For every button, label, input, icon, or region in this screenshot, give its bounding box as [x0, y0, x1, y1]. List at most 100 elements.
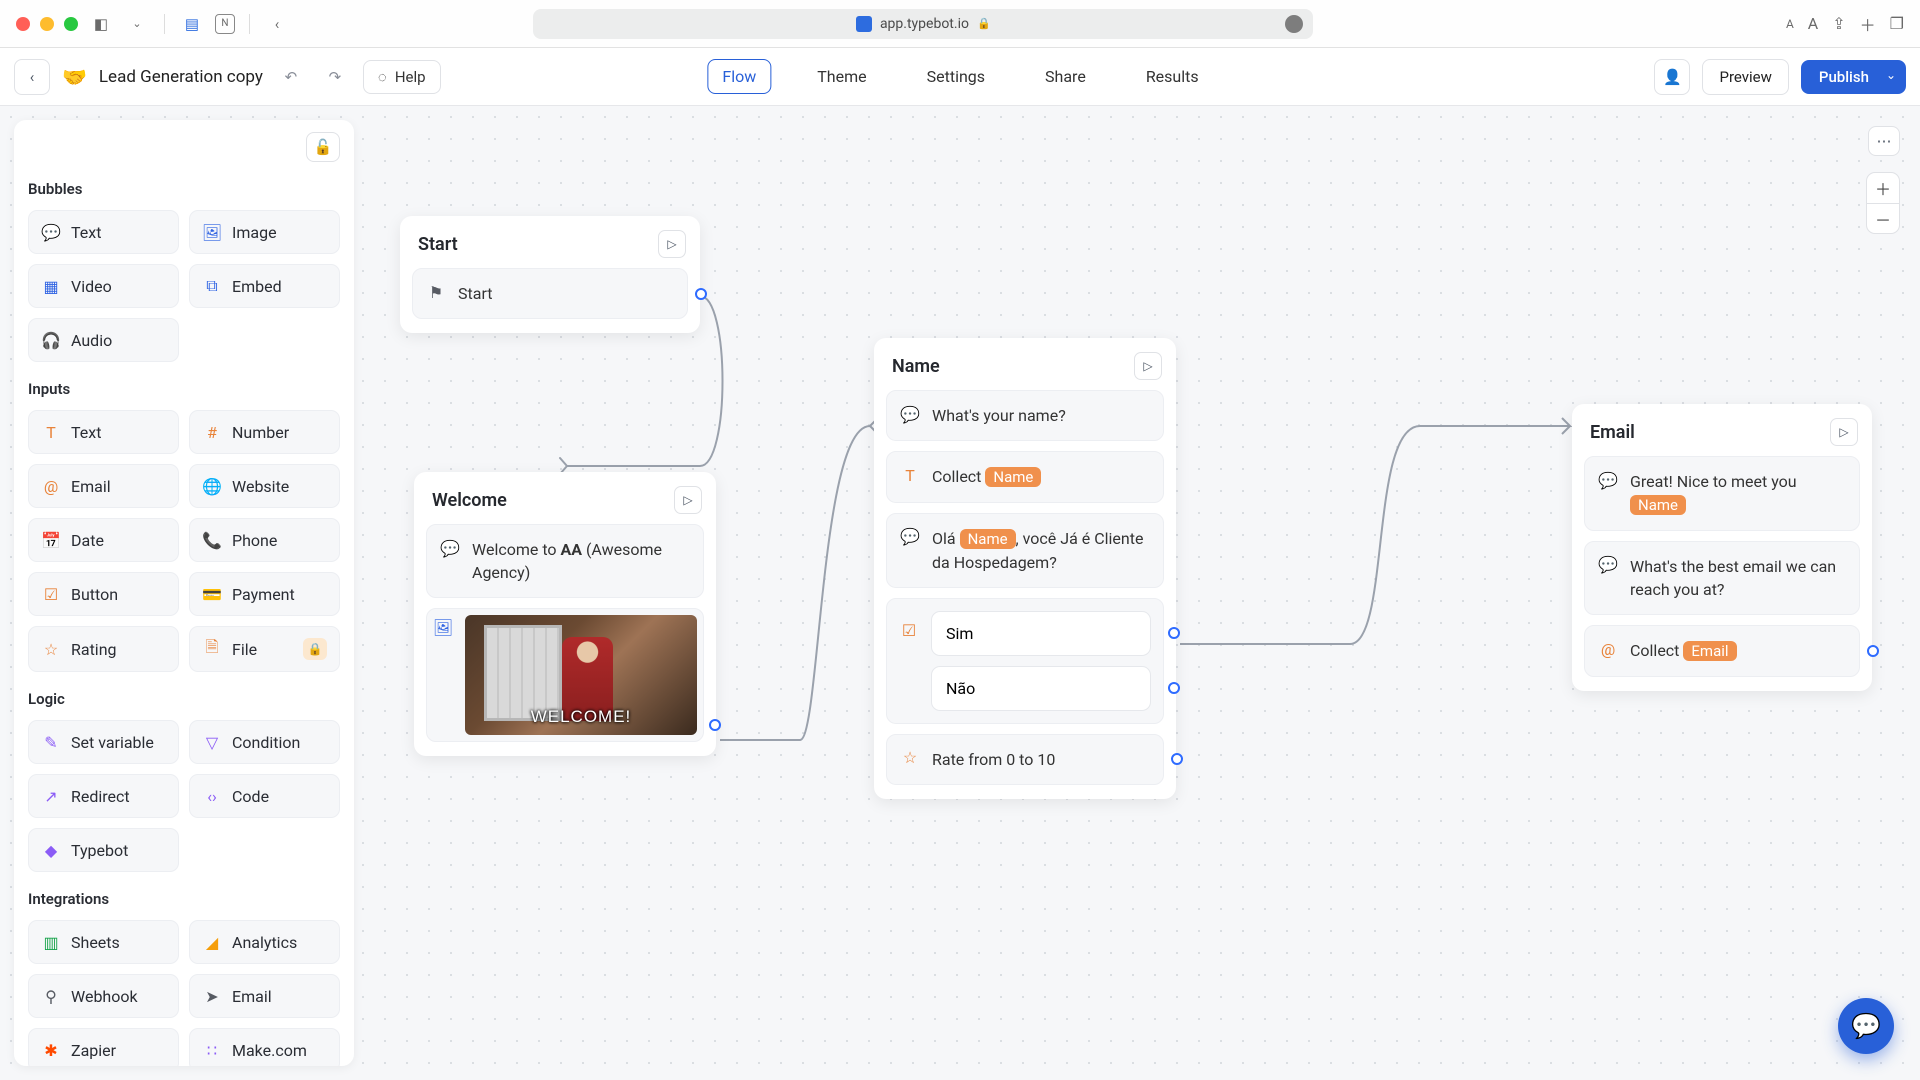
share-icon[interactable]: ⇪	[1832, 14, 1845, 33]
step-name-rate[interactable]: ☆ Rate from 0 to 10	[886, 734, 1164, 785]
block-logic-redirect[interactable]: ↗Redirect	[28, 774, 179, 818]
support-chat-button[interactable]: 💬	[1838, 998, 1894, 1054]
help-button[interactable]: ◌ Help	[363, 60, 441, 94]
block-int-make[interactable]: ∷Make.com	[189, 1028, 340, 1066]
node-play-button[interactable]: ▷	[1830, 418, 1858, 446]
webhook-icon: ⚲	[41, 986, 61, 1006]
filter-icon: ▽	[202, 732, 222, 752]
block-input-rating[interactable]: ☆Rating	[28, 626, 179, 672]
external-link-icon: ↗	[41, 786, 61, 806]
block-logic-typebot[interactable]: ◆Typebot	[28, 828, 179, 872]
collaborators-button[interactable]: 👤	[1654, 59, 1690, 95]
output-port[interactable]	[1867, 645, 1879, 657]
node-name[interactable]: Name ▷ 💬 What's your name? T Collect Nam…	[874, 338, 1176, 799]
chat-icon: 💬	[900, 527, 920, 547]
block-input-number[interactable]: #Number	[189, 410, 340, 454]
window-maximize-icon[interactable]	[64, 17, 78, 31]
output-port[interactable]	[709, 719, 721, 731]
node-email[interactable]: Email ▷ 💬 Great! Nice to meet you Name 💬…	[1572, 404, 1872, 691]
text-size-small-icon[interactable]: A	[1786, 17, 1794, 31]
undo-button[interactable]: ↶	[275, 61, 307, 93]
browser-back-icon[interactable]: ‹	[264, 11, 290, 37]
node-name-title: Name	[892, 356, 940, 377]
step-name-question[interactable]: 💬 What's your name?	[886, 390, 1164, 441]
block-int-sheets[interactable]: ▥Sheets	[28, 920, 179, 964]
step-welcome-text[interactable]: 💬 Welcome to AA (Awesome Agency)	[426, 524, 704, 598]
tab-share[interactable]: Share	[1031, 60, 1100, 93]
redo-button[interactable]: ↷	[319, 61, 351, 93]
block-input-button[interactable]: ☑Button	[28, 572, 179, 616]
tab-flow[interactable]: Flow	[707, 59, 771, 94]
preview-button[interactable]: Preview	[1702, 59, 1788, 95]
text-input-icon: T	[900, 465, 920, 485]
node-welcome[interactable]: Welcome ▷ 💬 Welcome to AA (Awesome Agenc…	[414, 472, 716, 756]
choice-nao[interactable]: Não	[931, 666, 1151, 711]
choice-sim[interactable]: Sim	[931, 611, 1151, 656]
shield-icon[interactable]: ▤	[179, 11, 205, 37]
lock-icon: 🔒	[977, 17, 991, 30]
sidebar-pin-button[interactable]: 🔓	[306, 132, 340, 162]
output-port[interactable]	[695, 288, 707, 300]
step-email-collect[interactable]: @ Collect Email	[1584, 625, 1860, 677]
tab-theme[interactable]: Theme	[803, 60, 880, 93]
reader-icon[interactable]	[1285, 15, 1303, 33]
node-play-button[interactable]: ▷	[658, 230, 686, 258]
step-email-question[interactable]: 💬 What's the best email we can reach you…	[1584, 541, 1860, 615]
node-start-title: Start	[418, 234, 458, 255]
flow-canvas[interactable]: 🔓 Bubbles 💬Text 🖼Image ▦Video ⧉Embed 🎧Au…	[0, 106, 1920, 1080]
publish-button[interactable]: Publish	[1801, 60, 1887, 94]
step-welcome-gif[interactable]: 🖼 WELCOME!	[426, 608, 704, 742]
block-input-email[interactable]: @Email	[28, 464, 179, 508]
chevron-down-icon[interactable]: ⌄	[124, 11, 150, 37]
canvas-more-button[interactable]: ⋯	[1868, 126, 1900, 156]
bot-name[interactable]: Lead Generation copy	[99, 67, 263, 87]
tab-settings[interactable]: Settings	[913, 60, 999, 93]
block-int-webhook[interactable]: ⚲Webhook	[28, 974, 179, 1018]
tabs-icon[interactable]: ❐	[1890, 14, 1904, 33]
zoom-out-button[interactable]: －	[1867, 203, 1899, 233]
text-size-large-icon[interactable]: A	[1808, 14, 1818, 33]
back-button[interactable]: ‹	[14, 59, 50, 95]
node-start[interactable]: Start ▷ ⚑ Start	[400, 216, 700, 333]
browser-url-bar[interactable]: app.typebot.io 🔒	[533, 9, 1313, 39]
zoom-in-button[interactable]: ＋	[1867, 173, 1899, 203]
output-port[interactable]	[1168, 627, 1180, 639]
output-port[interactable]	[1171, 753, 1183, 765]
block-input-text[interactable]: TText	[28, 410, 179, 454]
block-bubble-text[interactable]: 💬Text	[28, 210, 179, 254]
block-bubble-embed[interactable]: ⧉Embed	[189, 264, 340, 308]
at-icon: @	[1598, 639, 1618, 659]
tab-results[interactable]: Results	[1132, 60, 1213, 93]
node-play-button[interactable]: ▷	[1134, 352, 1162, 380]
analytics-icon: ◢	[202, 932, 222, 952]
block-logic-setvar[interactable]: ✎Set variable	[28, 720, 179, 764]
gif-preview: WELCOME!	[465, 615, 697, 735]
step-name-choices[interactable]: ☑ Sim Não	[886, 598, 1164, 724]
step-email-greet[interactable]: 💬 Great! Nice to meet you Name	[1584, 456, 1860, 531]
block-input-payment[interactable]: 💳Payment	[189, 572, 340, 616]
sidebar-toggle-icon[interactable]: ◧	[88, 11, 114, 37]
block-input-date[interactable]: 📅Date	[28, 518, 179, 562]
block-bubble-image[interactable]: 🖼Image	[189, 210, 340, 254]
block-int-email[interactable]: ➤Email	[189, 974, 340, 1018]
note-icon[interactable]: N	[215, 14, 235, 34]
block-input-phone[interactable]: 📞Phone	[189, 518, 340, 562]
node-play-button[interactable]: ▷	[674, 486, 702, 514]
block-input-file[interactable]: 🗎File🔒	[189, 626, 340, 672]
block-int-analytics[interactable]: ◢Analytics	[189, 920, 340, 964]
step-name-collect[interactable]: T Collect Name	[886, 451, 1164, 503]
window-minimize-icon[interactable]	[40, 17, 54, 31]
block-bubble-video[interactable]: ▦Video	[28, 264, 179, 308]
chat-icon: 💬	[1598, 555, 1618, 575]
block-input-website[interactable]: 🌐Website	[189, 464, 340, 508]
output-port[interactable]	[1168, 682, 1180, 694]
new-tab-icon[interactable]: ＋	[1860, 12, 1876, 36]
block-logic-condition[interactable]: ▽Condition	[189, 720, 340, 764]
publish-menu-caret[interactable]: ⌄	[1876, 60, 1906, 94]
block-int-zapier[interactable]: ✱Zapier	[28, 1028, 179, 1066]
block-logic-code[interactable]: ‹›Code	[189, 774, 340, 818]
step-name-ola[interactable]: 💬 Olá Name, você Já é Cliente da Hospeda…	[886, 513, 1164, 588]
block-bubble-audio[interactable]: 🎧Audio	[28, 318, 179, 362]
window-close-icon[interactable]	[16, 17, 30, 31]
step-start[interactable]: ⚑ Start	[412, 268, 688, 319]
